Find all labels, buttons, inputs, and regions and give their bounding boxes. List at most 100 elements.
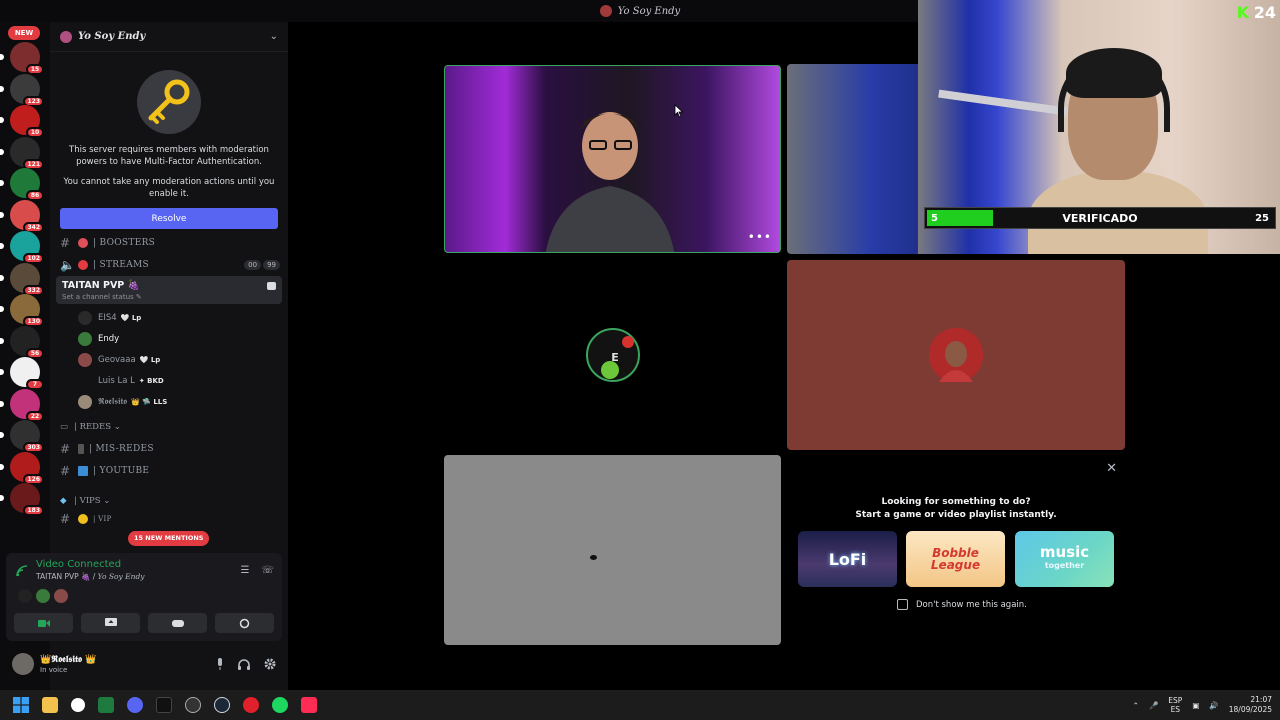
category-vips[interactable]: ◆ | VIPS ⌄ xyxy=(50,490,288,512)
server-header[interactable]: Yo Soy Endy ⌄ xyxy=(50,22,288,52)
volume-icon[interactable]: 🔊 xyxy=(1209,701,1218,710)
obs-icon[interactable] xyxy=(71,698,85,712)
stream-loading-tile[interactable] xyxy=(444,455,781,645)
chatgpt-icon[interactable] xyxy=(185,697,201,713)
new-mentions-pill[interactable]: 15 NEW MENTIONS xyxy=(128,531,210,546)
kick-logo-icon: K xyxy=(1236,2,1250,22)
discord-icon[interactable] xyxy=(127,697,143,713)
channel-youtube[interactable]: # | YOUTUBE xyxy=(50,460,288,482)
activity-button[interactable] xyxy=(148,613,207,633)
key-icon xyxy=(137,70,201,134)
unread-indicator xyxy=(0,117,4,123)
channel-boosters[interactable]: # | BOOSTERS xyxy=(50,232,288,254)
channel-badges: 00 99 xyxy=(244,260,280,270)
avatar xyxy=(78,310,92,325)
clock-date: 18/09/2025 xyxy=(1228,705,1272,714)
avatar-tile-geovaaa[interactable] xyxy=(787,260,1125,450)
category-redes[interactable]: ▭ | REDES ⌄ xyxy=(50,416,288,438)
spotify-icon[interactable] xyxy=(272,697,288,713)
microphone-icon[interactable]: 🎤 xyxy=(1149,701,1158,710)
no-entry-emoji-icon xyxy=(78,260,88,270)
activity-card-rythm-music[interactable]: music together xyxy=(1015,531,1114,587)
more-options-icon[interactable]: ••• xyxy=(748,230,772,244)
server-icon xyxy=(599,5,612,17)
headphones-icon[interactable] xyxy=(238,658,250,670)
server-icon[interactable]: 303 xyxy=(0,420,44,453)
unread-indicator xyxy=(0,274,4,281)
network-icon[interactable]: ▣ xyxy=(1192,701,1199,710)
server-icon[interactable]: 22 xyxy=(0,388,44,422)
video-tile-endy[interactable]: ••• xyxy=(444,65,781,253)
channel-streams[interactable]: 🔈 | STREAMS 00 99 xyxy=(50,254,288,276)
gear-icon[interactable] xyxy=(264,658,276,670)
camera-button[interactable] xyxy=(14,613,73,633)
file-explorer-icon[interactable] xyxy=(42,697,58,713)
server-icon[interactable]: 183 xyxy=(0,483,44,516)
soundboard-button[interactable] xyxy=(215,613,274,633)
checkbox[interactable] xyxy=(897,599,908,610)
server-icon[interactable]: 332 xyxy=(0,262,44,296)
trash-emoji-icon: ▭ xyxy=(60,422,69,432)
disconnect-icon[interactable]: ☏ xyxy=(261,565,274,576)
windows-start-icon[interactable] xyxy=(13,697,29,713)
loading-spinner-icon xyxy=(590,555,597,560)
soundboard-icon[interactable]: ☰ xyxy=(241,565,250,576)
server-icon[interactable]: 126 xyxy=(0,451,44,485)
hash-icon: # xyxy=(60,442,71,456)
server-name: Yo Soy Endy xyxy=(78,31,146,42)
server-icon[interactable]: 10 xyxy=(0,105,44,138)
card-title: Bobble League xyxy=(930,546,981,572)
voice-user[interactable]: Endy xyxy=(50,328,978,349)
avatar xyxy=(18,589,32,603)
steam-icon[interactable] xyxy=(214,697,230,713)
trash-emoji-icon xyxy=(78,444,84,454)
signal-icon[interactable] xyxy=(16,565,28,577)
unread-indicator xyxy=(0,306,4,312)
channel-vip[interactable]: # | VIP xyxy=(50,512,288,526)
tiktok-icon[interactable] xyxy=(301,697,317,713)
keyboard-layout: ES xyxy=(1170,705,1181,714)
voice-channel-taitan[interactable]: TAITAN PVP 🍇 Set a channel status ✎ xyxy=(56,276,282,304)
activity-card-lofi[interactable]: LoFi xyxy=(798,531,897,587)
voice-user-name: EIS4 xyxy=(98,312,117,323)
server-icon[interactable]: 7 xyxy=(0,357,44,390)
server-icon[interactable]: 86 xyxy=(0,168,44,201)
avatar xyxy=(78,352,92,367)
language-indicator[interactable]: ESP ES xyxy=(1168,696,1182,714)
channel-mis-redes[interactable]: # | MIS-REDES xyxy=(50,438,288,460)
hash-icon: # xyxy=(60,512,71,526)
screen-share-button[interactable] xyxy=(81,613,140,633)
microphone-icon[interactable] xyxy=(216,658,224,670)
server-icon[interactable]: 130 xyxy=(0,294,44,327)
close-icon[interactable]: ✕ xyxy=(1106,461,1117,476)
server-icon[interactable]: 102 xyxy=(0,231,44,264)
voice-user[interactable]: EIS4 🤍 Lp xyxy=(50,307,288,328)
chevron-down-icon[interactable]: ⌄ xyxy=(270,31,278,42)
avatar-tile-eis4[interactable]: E xyxy=(444,260,781,450)
speaker-icon: 🔈 xyxy=(60,258,75,272)
server-icon[interactable]: 342 xyxy=(0,199,44,233)
avatar[interactable] xyxy=(12,653,34,675)
voice-user[interactable]: 𝕽𝖔𝖊𝖑𝖘𝖎𝖙𝖔 👑 🛸 LLS xyxy=(50,391,978,412)
progress-max: 25 xyxy=(1255,212,1269,224)
clock[interactable]: 21:07 18/09/2025 xyxy=(1229,695,1272,715)
excel-icon[interactable] xyxy=(98,697,114,713)
server-icon[interactable]: 56 xyxy=(0,325,44,359)
voice-user[interactable]: Luis La L ✦ BKD xyxy=(50,370,288,391)
category-label: | REDES ⌄ xyxy=(74,422,121,432)
server-icon[interactable]: 123 xyxy=(0,73,44,107)
activity-card-bobble-league[interactable]: Bobble League xyxy=(906,531,1005,587)
server-icon[interactable]: 15 xyxy=(0,42,44,75)
opera-gx-icon[interactable] xyxy=(243,697,259,713)
terminal-icon[interactable] xyxy=(156,697,172,713)
connection-location[interactable]: TAITAN PVP 🍇 / Yo Soy Endy xyxy=(36,572,145,581)
server-icon[interactable]: 121 xyxy=(0,136,44,170)
chevron-up-icon[interactable]: ⌃ xyxy=(1133,701,1139,710)
category-label: | VIPS ⌄ xyxy=(74,496,111,506)
resolve-button[interactable]: Resolve xyxy=(60,208,278,229)
user-panel: 👑𝕽𝖔𝖊𝖑𝖘𝖎𝖙𝖔 👑 In voice xyxy=(6,647,282,681)
channel-status-prompt[interactable]: Set a channel status ✎ xyxy=(62,293,276,301)
chat-icon[interactable] xyxy=(267,282,276,290)
dont-show-again[interactable]: Don't show me this again. xyxy=(897,599,1027,610)
voice-user[interactable]: Geovaaa 🤍 Lp xyxy=(50,349,288,370)
